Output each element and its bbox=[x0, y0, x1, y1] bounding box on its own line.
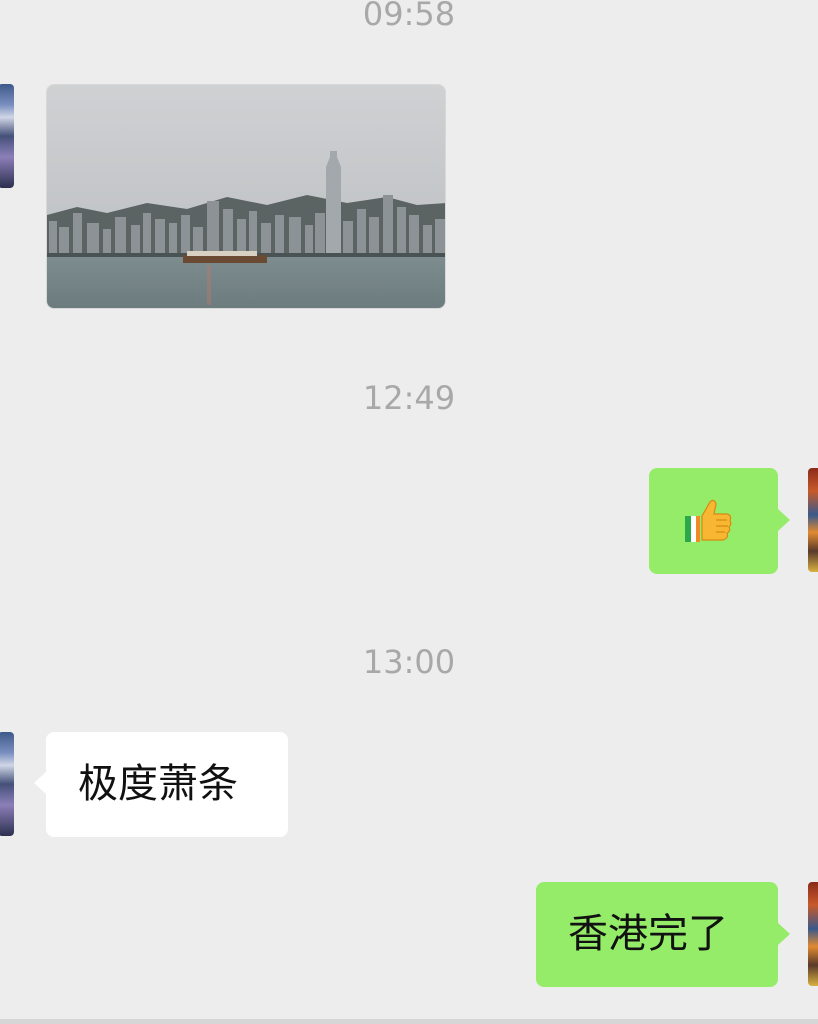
bubble-tail bbox=[778, 923, 790, 945]
message-text: 极度萧条 bbox=[78, 761, 238, 807]
bubble-tail bbox=[778, 509, 790, 531]
contact-avatar[interactable] bbox=[0, 732, 14, 836]
text-message-received[interactable]: 极度萧条 bbox=[46, 732, 288, 837]
input-bar-divider bbox=[0, 1019, 818, 1024]
image-message[interactable] bbox=[46, 84, 446, 309]
timestamp-1300: 13:00 bbox=[362, 643, 456, 681]
timestamp-0958: 09:58 bbox=[362, 0, 456, 33]
my-avatar[interactable] bbox=[808, 882, 818, 986]
thumbs-up-icon bbox=[685, 499, 732, 542]
harbour-skyline-photo bbox=[47, 85, 445, 308]
bubble-tail bbox=[34, 772, 46, 794]
timestamp-1249: 12:49 bbox=[362, 379, 456, 417]
text-message-sent[interactable]: 香港完了 bbox=[536, 882, 778, 987]
my-avatar[interactable] bbox=[808, 468, 818, 572]
emoji-message[interactable] bbox=[649, 468, 778, 574]
message-text: 香港完了 bbox=[568, 911, 728, 957]
contact-avatar[interactable] bbox=[0, 84, 14, 188]
